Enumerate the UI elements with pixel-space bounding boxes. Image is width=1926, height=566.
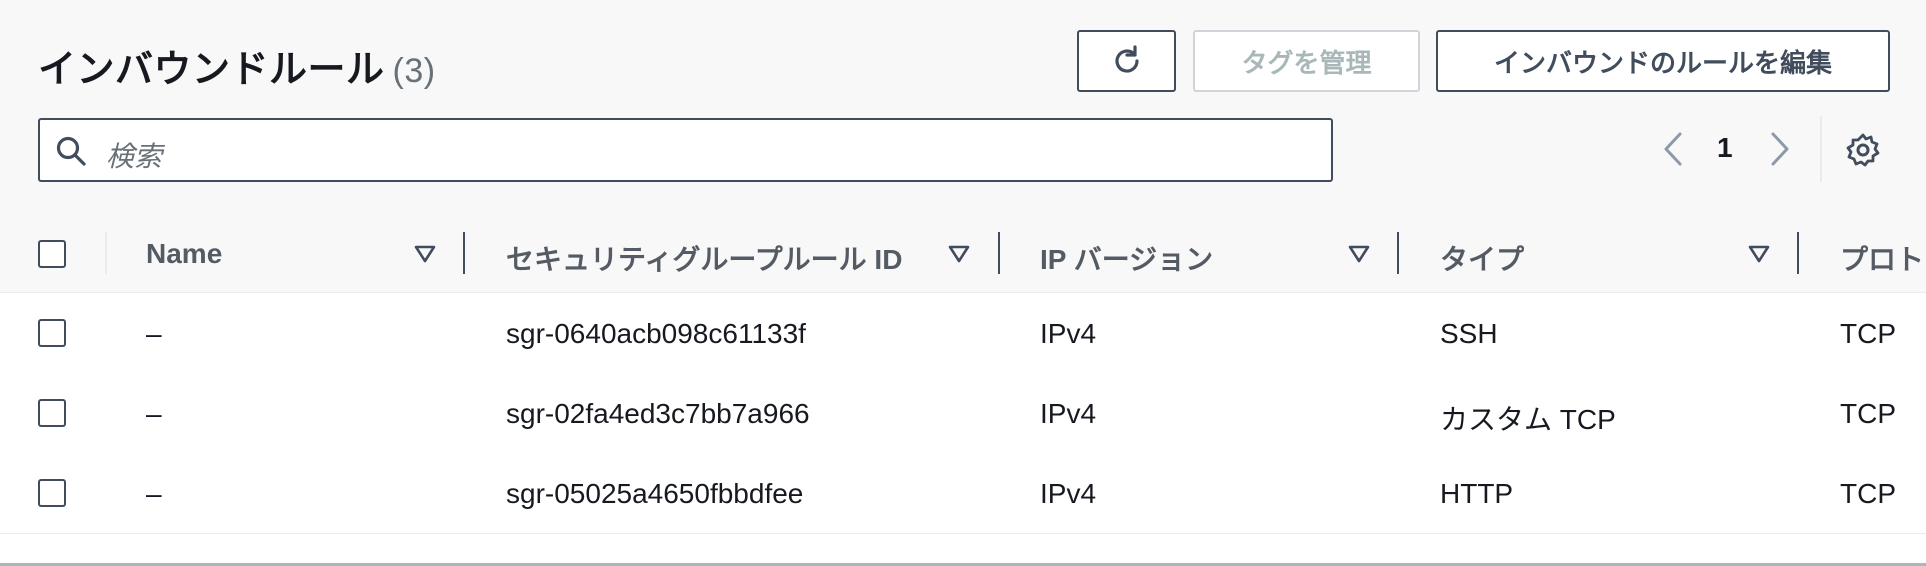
page-title: インバウンドルール (3) (38, 38, 436, 93)
sort-icon[interactable] (948, 244, 970, 264)
row-checkbox[interactable] (38, 479, 66, 507)
current-page[interactable]: 1 (1717, 132, 1733, 164)
search-input[interactable]: 検索 (38, 118, 1333, 182)
select-all-checkbox[interactable] (38, 240, 66, 268)
sort-icon[interactable] (1348, 244, 1370, 264)
refresh-button[interactable] (1077, 30, 1176, 92)
edit-inbound-rules-button[interactable]: インバウンドのルールを編集 (1436, 30, 1890, 92)
table-header-panel: インバウンドルール (3) タグを管理 インバウンドのルールを編集 検索 1 (0, 0, 1926, 215)
column-resizer[interactable] (998, 232, 1000, 274)
column-resizer[interactable] (1397, 232, 1399, 274)
cell-protocol: TCP (1840, 318, 1896, 349)
refresh-icon (1114, 45, 1139, 73)
manage-tags-button[interactable]: タグを管理 (1193, 30, 1420, 92)
cell-type: HTTP (1440, 478, 1514, 509)
cell-rule-id: sgr-02fa4ed3c7bb7a966 (506, 398, 810, 429)
rule-count: (3) (392, 52, 436, 90)
table-row[interactable]: – sgr-05025a4650fbbdfee IPv4 HTTP TCP (0, 453, 1926, 534)
column-header-protocol[interactable]: プロト (1840, 238, 1924, 278)
cell-name: – (146, 398, 162, 429)
column-separator (105, 232, 107, 274)
chevron-right-icon[interactable] (1765, 128, 1795, 170)
cell-name: – (146, 478, 162, 509)
title-text: インバウンドルール (38, 49, 385, 91)
row-checkbox[interactable] (38, 319, 66, 347)
chevron-left-icon[interactable] (1658, 128, 1688, 170)
pager-divider (1820, 116, 1822, 182)
cell-ip-version: IPv4 (1040, 398, 1097, 429)
gear-icon[interactable] (1845, 132, 1881, 168)
cell-rule-id: sgr-05025a4650fbbdfee (506, 478, 804, 509)
column-header-ip-version[interactable]: IP バージョン (1040, 238, 1213, 278)
cell-rule-id: sgr-0640acb098c61133f (506, 318, 806, 349)
search-icon (56, 136, 86, 166)
column-header-type[interactable]: タイプ (1440, 238, 1524, 278)
cell-protocol: TCP (1840, 478, 1896, 509)
cell-ip-version: IPv4 (1040, 478, 1097, 509)
cell-type: SSH (1440, 318, 1498, 349)
row-checkbox[interactable] (38, 399, 66, 427)
column-resizer[interactable] (463, 232, 465, 274)
table-row[interactable]: – sgr-02fa4ed3c7bb7a966 IPv4 カスタム TCP TC… (0, 373, 1926, 454)
sort-icon[interactable] (1748, 244, 1770, 264)
column-header-name[interactable]: Name (146, 238, 222, 270)
cell-ip-version: IPv4 (1040, 318, 1097, 349)
column-header-rule-id[interactable]: セキュリティグループルール ID (506, 238, 902, 278)
cell-type: カスタム TCP (1440, 404, 1616, 435)
cell-protocol: TCP (1840, 398, 1896, 429)
column-resizer[interactable] (1797, 232, 1799, 274)
table-row[interactable]: – sgr-0640acb098c61133f IPv4 SSH TCP (0, 293, 1926, 374)
sort-icon[interactable] (414, 244, 436, 264)
search-placeholder: 検索 (106, 141, 163, 172)
cell-name: – (146, 318, 162, 349)
